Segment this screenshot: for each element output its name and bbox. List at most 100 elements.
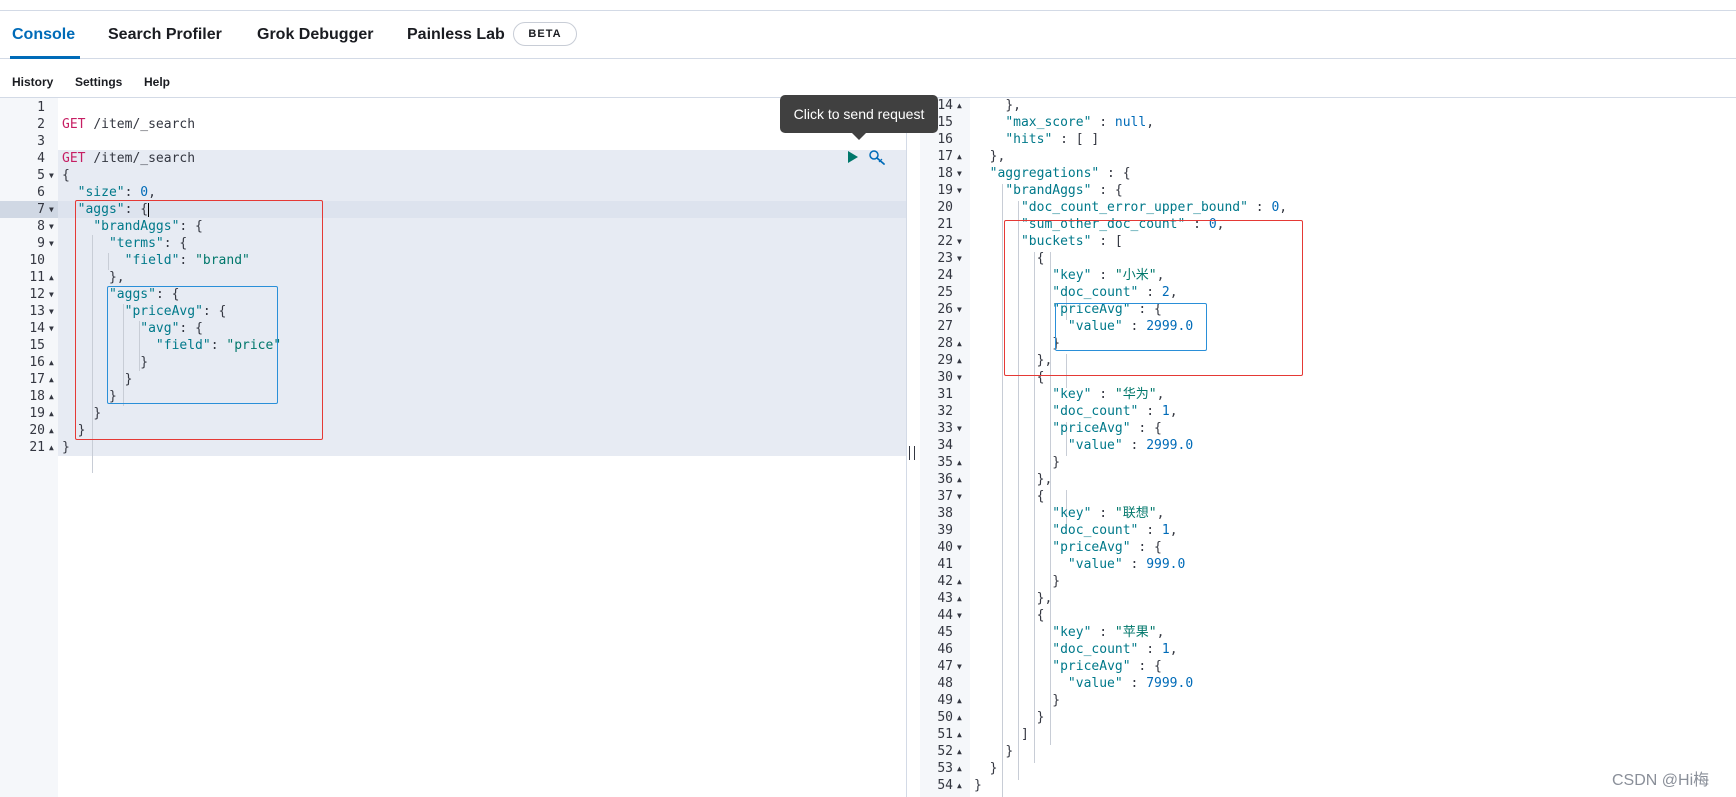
line-number: 29 [937,353,953,368]
fold-arrow-down-icon[interactable]: ▼ [49,303,54,320]
fold-arrow-down-icon[interactable]: ▼ [957,301,962,318]
code-line: "priceAvg" : { [1052,659,1162,674]
fold-arrow-up-icon[interactable]: ▲ [49,354,54,371]
code-line: ] [1020,727,1029,742]
fold-arrow-down-icon[interactable]: ▼ [957,250,962,267]
fold-arrow-up-icon[interactable]: ▲ [957,777,962,794]
code-line: "hits" : [ ] [1005,132,1100,147]
fold-arrow-up-icon[interactable]: ▲ [49,405,54,422]
fold-arrow-down-icon[interactable]: ▼ [957,658,962,675]
line-number: 28 [937,336,953,351]
fold-arrow-down-icon[interactable]: ▼ [957,420,962,437]
line-number: 17 [937,149,953,164]
code-line: { [1036,489,1045,504]
fold-arrow-down-icon[interactable]: ▼ [957,539,962,556]
line-number: 15 [29,338,45,353]
fold-arrow-up-icon[interactable]: ▲ [957,148,962,165]
code-line[interactable]: GET /item/_search [62,116,195,133]
code-line: "key" : "联想", [1052,506,1165,521]
line-number: 53 [937,761,953,776]
fold-arrow-up-icon[interactable]: ▲ [49,371,54,388]
tab-search-profiler[interactable]: Search Profiler [108,26,222,44]
line-number: 6 [37,185,45,200]
code-line: "key" : "苹果", [1052,625,1165,640]
code-line: "doc_count_error_upper_bound" : 0, [1020,200,1288,215]
code-line[interactable]: { [62,167,70,184]
code-line: "brandAggs" : { [1005,183,1123,198]
fold-arrow-down-icon[interactable]: ▼ [49,167,54,184]
fold-arrow-up-icon[interactable]: ▲ [49,388,54,405]
fold-arrow-up-icon[interactable]: ▲ [957,98,962,114]
line-number: 3 [37,134,45,149]
fold-arrow-down-icon[interactable]: ▼ [957,182,962,199]
line-number: 43 [937,591,953,606]
fold-arrow-up-icon[interactable]: ▲ [49,269,54,286]
fold-arrow-up-icon[interactable]: ▲ [49,422,54,439]
code-line: } [1036,710,1045,725]
fold-arrow-down-icon[interactable]: ▼ [49,201,54,218]
fold-arrow-up-icon[interactable]: ▲ [957,726,962,743]
code-line: "key" : "华为", [1052,387,1165,402]
code-line[interactable]: } [62,439,70,456]
fold-arrow-down-icon[interactable]: ▼ [957,233,962,250]
fold-arrow-up-icon[interactable]: ▲ [49,439,54,456]
request-editor[interactable]: 1 2 GET /item/_search 3 4 GET /item/_search 5 ▼… [0,98,906,797]
fold-arrow-down-icon[interactable]: ▼ [49,320,54,337]
fold-arrow-up-icon[interactable]: ▲ [957,743,962,760]
fold-arrow-down-icon[interactable]: ▼ [957,369,962,386]
line-number: 34 [937,438,953,453]
fold-arrow-up-icon[interactable]: ▲ [957,454,962,471]
line-number: 54 [937,778,953,793]
fold-arrow-up-icon[interactable]: ▲ [957,335,962,352]
fold-arrow-up-icon[interactable]: ▲ [957,590,962,607]
line-number: 22 [937,234,953,249]
tab-console[interactable]: Console [12,26,75,44]
fold-arrow-down-icon[interactable]: ▼ [49,286,54,303]
fold-arrow-down-icon[interactable]: ▼ [49,235,54,252]
code-line: { [1036,608,1045,623]
line-number: 9 [37,236,45,251]
line-number: 8 [37,219,45,234]
code-line: "doc_count" : 1, [1052,642,1178,657]
tab-grok-debugger[interactable]: Grok Debugger [257,26,373,44]
line-number: 31 [937,387,953,402]
line-number: 46 [937,642,953,657]
line-number: 1 [37,100,45,115]
code-line: "doc_count" : 1, [1052,404,1178,419]
play-icon[interactable] [848,151,858,163]
code-line: } [1052,574,1061,589]
fold-arrow-up-icon[interactable]: ▲ [957,692,962,709]
line-number: 10 [29,253,45,268]
line-number: 12 [29,287,45,302]
line-number: 18 [29,389,45,404]
fold-arrow-down-icon[interactable]: ▼ [957,165,962,182]
annotation-box-buckets [1004,220,1303,376]
fold-arrow-down-icon[interactable]: ▼ [49,218,54,235]
fold-arrow-up-icon[interactable]: ▲ [957,471,962,488]
code-line: }, [1036,472,1053,487]
code-line: }, [989,149,1006,164]
code-line: }, [1005,98,1021,113]
wrench-icon[interactable] [868,149,886,166]
fold-arrow-up-icon[interactable]: ▲ [957,709,962,726]
line-number: 16 [29,355,45,370]
tab-painless-lab[interactable]: Painless Lab [407,26,505,44]
history-link[interactable]: History [12,75,53,89]
fold-arrow-down-icon[interactable]: ▼ [957,488,962,505]
code-line[interactable]: GET /item/_search [62,150,195,167]
line-number: 45 [937,625,953,640]
settings-link[interactable]: Settings [75,75,122,89]
console-menu-bar: History Settings Help [0,59,1736,98]
fold-arrow-down-icon[interactable]: ▼ [957,607,962,624]
top-header-bar [0,0,1736,11]
help-link[interactable]: Help [144,75,170,89]
fold-arrow-up-icon[interactable]: ▲ [957,573,962,590]
code-line[interactable]: "size": 0, [62,184,156,201]
fold-arrow-up-icon[interactable]: ▲ [957,352,962,369]
fold-arrow-up-icon[interactable]: ▲ [957,760,962,777]
line-number: 23 [937,251,953,266]
code-line: } [1052,693,1061,708]
line-number: 33 [937,421,953,436]
resize-handle-icon[interactable] [909,446,915,460]
line-number: 48 [937,676,953,691]
